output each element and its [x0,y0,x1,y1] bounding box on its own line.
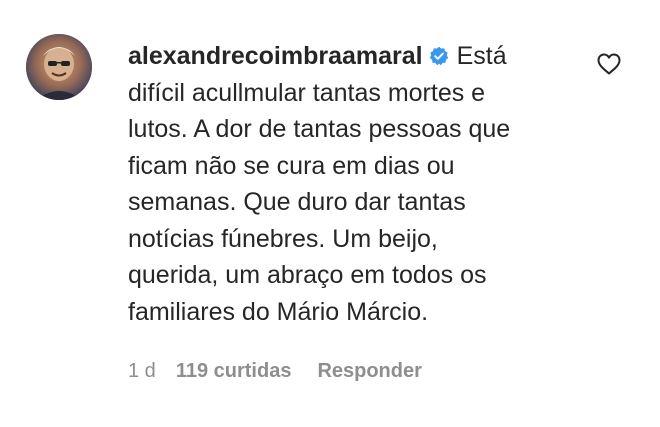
comment-text-line: familiares do Mário Márcio. [128,297,429,326]
likes-count[interactable]: 119 curtidas [176,360,292,383]
comment-timestamp[interactable]: 1 d [128,360,156,383]
username-link[interactable]: alexandrecoimbraamaral [128,42,423,70]
comment-text-line: querida, um abraço em todos os [128,261,487,289]
comment-text-line: Está [456,42,507,70]
comment-text-line: lutos. A dor de tantas pessoas que [128,115,511,143]
comment-text: alexandrecoimbraamaral Está difícil acull… [128,38,558,330]
comment-text-line: difícil acullmular tantas mortes e [128,78,486,107]
comment-item: alexandrecoimbraamaral Está difícil acull… [26,34,636,383]
comment-body: alexandrecoimbraamaral Está difícil acull… [128,34,558,383]
comment-text-line: notícias fúnebres. Um beijo, [128,224,438,253]
comment-meta: 1 d 119 curtidas Responder [128,360,558,383]
comment-text-line: semanas. Que duro dar tantas [128,188,466,216]
verified-badge-icon [429,40,449,66]
comment-text-line: ficam não se cura em dias ou [128,151,455,180]
avatar[interactable] [26,34,92,100]
heart-outline-icon[interactable] [597,53,621,75]
reply-button[interactable]: Responder [317,360,421,383]
avatar-image [26,34,92,100]
